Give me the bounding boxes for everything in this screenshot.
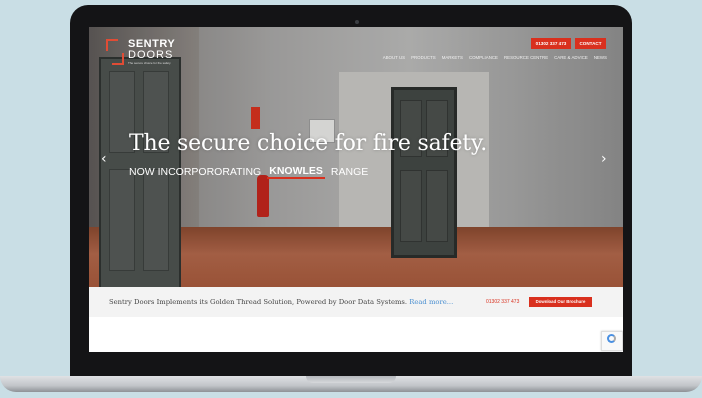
- camera-icon: [355, 20, 359, 24]
- browser-viewport: SENTRY DOORS The secure choice for fire …: [89, 27, 623, 352]
- nav-item-compliance[interactable]: COMPLIANCE: [469, 55, 498, 60]
- banner-phone[interactable]: 01302 337 473: [486, 299, 519, 305]
- slider-prev-arrow-icon[interactable]: ‹: [101, 151, 107, 167]
- nav-item-care-advice[interactable]: CARE & ADVICE: [554, 55, 588, 60]
- logo-mark-icon: [106, 39, 124, 65]
- hero-slider: SENTRY DOORS The secure choice for fire …: [89, 27, 623, 287]
- hero-sub-before: NOW INCORPORORATING: [129, 166, 262, 178]
- read-more-link[interactable]: Read more...: [409, 298, 453, 306]
- news-banner: Sentry Doors Implements its Golden Threa…: [89, 287, 623, 317]
- contact-button[interactable]: CONTACT: [575, 38, 606, 49]
- download-brochure-button[interactable]: Download Our Brochure: [529, 297, 592, 307]
- slider-next-arrow-icon[interactable]: ›: [601, 151, 607, 167]
- hero-sub-after: RANGE: [330, 166, 369, 178]
- banner-message: Sentry Doors Implements its Golden Threa…: [109, 298, 408, 306]
- hero-sub-highlight: KNOWLES: [267, 165, 325, 179]
- recaptcha-badge-icon[interactable]: [601, 331, 623, 351]
- nav-item-about-us[interactable]: ABOUT US: [383, 55, 405, 60]
- logo-doors-text: DOORS: [128, 49, 174, 61]
- hero-headline: The secure choice for fire safety.: [129, 131, 488, 156]
- nav-item-markets[interactable]: MARKETS: [442, 55, 463, 60]
- sentry-doors-logo[interactable]: SENTRY DOORS The secure choice for fire …: [106, 39, 175, 65]
- logo-tagline: The secure choice for fire safety: [128, 61, 171, 65]
- phone-button[interactable]: 01302 337 473: [531, 38, 571, 49]
- laptop-chin: [70, 352, 632, 376]
- nav-item-resource-centre[interactable]: RESOURCE CENTRE: [504, 55, 548, 60]
- banner-text-line: Sentry Doors Implements its Golden Threa…: [109, 298, 453, 306]
- main-nav: ABOUT US PRODUCTS MARKETS COMPLIANCE RES…: [383, 55, 607, 60]
- nav-item-products[interactable]: PRODUCTS: [411, 55, 436, 60]
- hero-subline: NOW INCORPORORATING KNOWLES RANGE: [129, 165, 368, 179]
- laptop-notch: [306, 376, 396, 383]
- nav-item-news[interactable]: NEWS: [594, 55, 607, 60]
